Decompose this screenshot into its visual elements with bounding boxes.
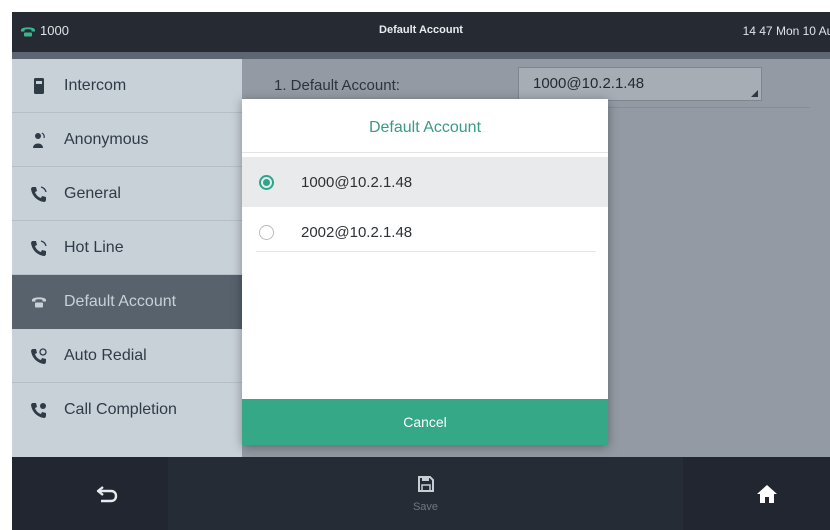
save-label: Save xyxy=(412,500,439,513)
account-option-label: 2002@10.2.1.48 xyxy=(301,223,413,241)
sidebar-item-anonymous[interactable]: Anonymous xyxy=(12,113,242,167)
back-button[interactable] xyxy=(82,479,132,513)
dialog-title: Default Account xyxy=(368,119,482,136)
anonymous-icon xyxy=(26,131,52,149)
redial-icon xyxy=(26,347,52,365)
sidebar-item-label: Auto Redial xyxy=(64,346,147,364)
default-account-dialog: Default Account 1000@10.2.1.48 2002@10.2… xyxy=(242,99,608,445)
account-option-1000[interactable]: 1000@10.2.1.48 xyxy=(242,157,608,207)
status-title: Default Account xyxy=(379,24,463,36)
softkey-bar: Save xyxy=(12,457,830,530)
sidebar-item-auto-redial[interactable]: Auto Redial xyxy=(12,329,242,383)
home-icon xyxy=(756,484,778,509)
intercom-icon xyxy=(26,77,52,95)
default-account-value: 1000@10.2.1.48 xyxy=(533,75,645,92)
account-option-2002[interactable]: 2002@10.2.1.48 xyxy=(242,207,608,257)
radio-unselected-icon[interactable] xyxy=(259,224,274,240)
sidebar-item-label: Intercom xyxy=(64,76,127,94)
status-bar: 1000 Default Account 14 47 Mon 10 Aug xyxy=(12,12,830,52)
call-completion-icon xyxy=(26,401,52,419)
sidebar-item-intercom[interactable]: Intercom xyxy=(12,59,242,113)
divider xyxy=(242,152,608,153)
back-arrow-icon xyxy=(96,485,118,508)
sidebar: Intercom Anonymous General Hot Line Defa… xyxy=(12,59,242,469)
save-icon xyxy=(417,475,435,498)
radio-selected-icon[interactable] xyxy=(259,174,274,190)
save-button[interactable]: Save xyxy=(168,457,683,530)
sidebar-item-label: Anonymous xyxy=(64,130,149,148)
status-time: 14 47 Mon 10 Aug xyxy=(742,24,830,38)
account-option-label: 1000@10.2.1.48 xyxy=(301,173,413,191)
sidebar-item-label: Call Completion xyxy=(64,401,177,418)
call-icon xyxy=(26,239,52,257)
sidebar-item-general[interactable]: General xyxy=(12,167,242,221)
default-account-field[interactable]: 1000@10.2.1.48 xyxy=(518,67,762,101)
home-button[interactable] xyxy=(747,481,787,511)
dropdown-corner-icon xyxy=(751,90,758,97)
default-account-label: 1. Default Account: xyxy=(274,77,400,94)
call-icon xyxy=(26,185,52,203)
sidebar-item-label: Hot Line xyxy=(64,238,124,256)
phone-icon xyxy=(26,295,52,309)
sidebar-item-default-account[interactable]: Default Account xyxy=(12,275,242,329)
divider xyxy=(256,251,596,252)
cancel-button[interactable]: Cancel xyxy=(242,399,608,445)
sidebar-item-hot-line[interactable]: Hot Line xyxy=(12,221,242,275)
sidebar-item-label: Default Account xyxy=(64,292,177,310)
sidebar-item-label: General xyxy=(64,184,121,202)
